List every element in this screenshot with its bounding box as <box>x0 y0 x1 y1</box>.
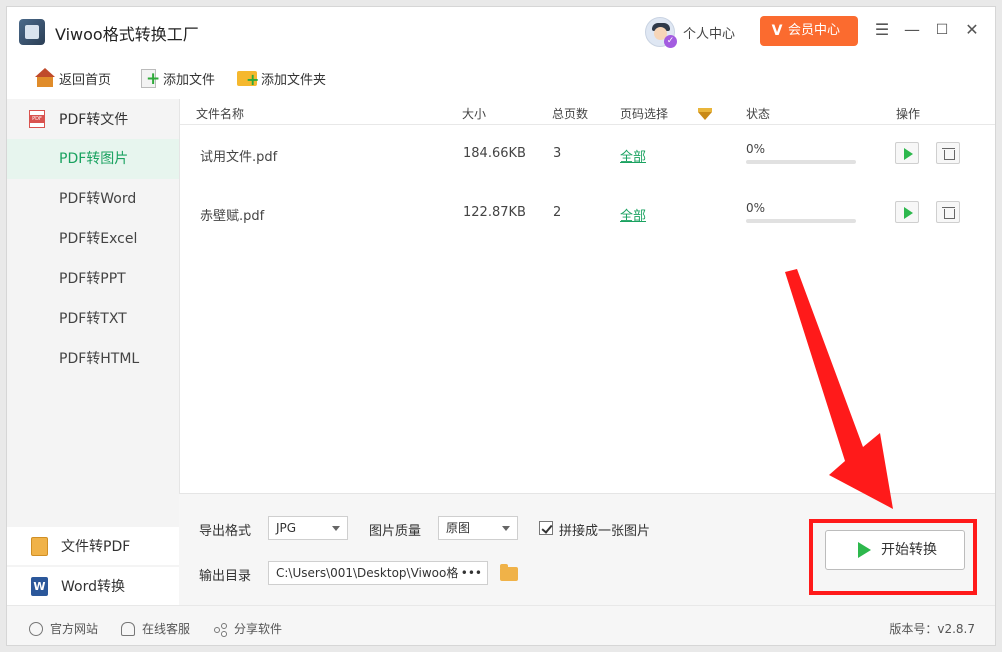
annotation-arrow <box>785 269 893 509</box>
red-arrow-shape <box>785 269 893 509</box>
app-window: Viwoo格式转换工厂 ✓ 个人中心 V 会员中心 ☰ — ☐ ✕ 返回首页 添… <box>6 6 996 646</box>
